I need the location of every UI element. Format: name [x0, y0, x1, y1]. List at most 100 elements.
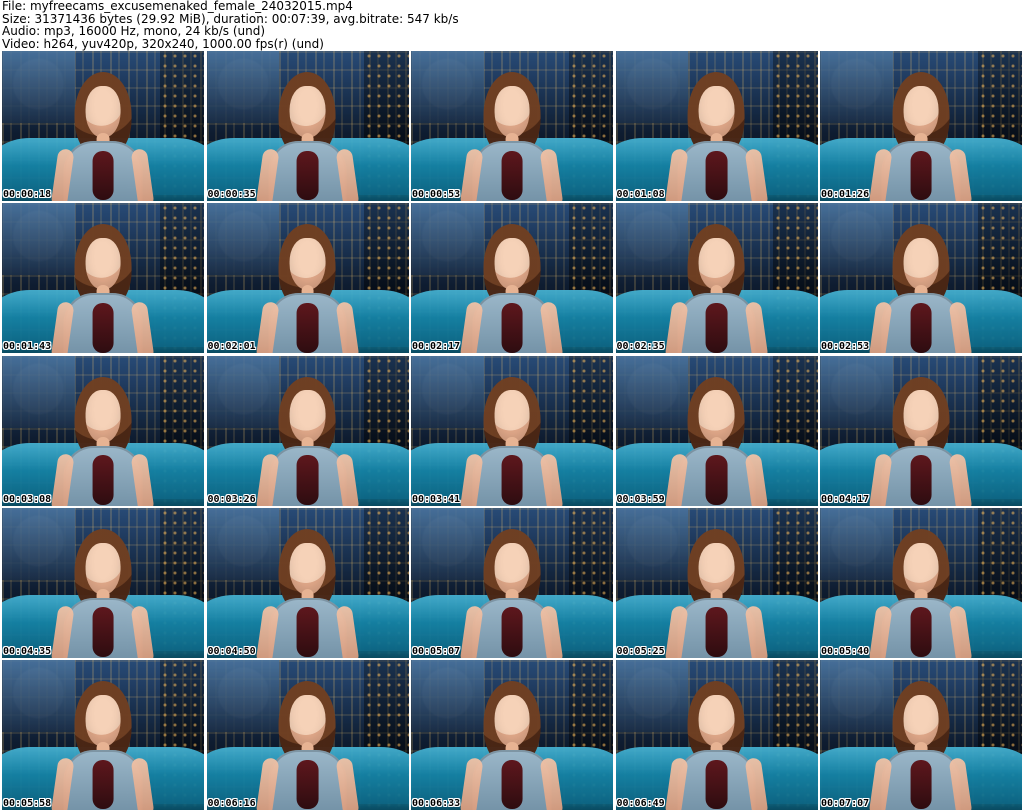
audio-line: Audio: mp3, 16000 Hz, mono, 24 kb/s (und…: [2, 24, 266, 38]
face: [494, 542, 530, 595]
red-top: [92, 607, 114, 658]
person: [255, 376, 360, 506]
file-info-header: File: myfreecams_excusemenaked_female_24…: [2, 0, 1022, 50]
person: [460, 528, 564, 658]
red-top: [705, 759, 728, 810]
person: [460, 376, 564, 506]
red-top: [910, 455, 932, 505]
face: [85, 238, 121, 291]
video-thumbnail: 00:07:07: [820, 660, 1022, 810]
red-top: [501, 150, 523, 201]
video-thumbnail: 00:03:59: [615, 355, 818, 506]
red-top: [705, 455, 728, 505]
video-thumbnail: 00:05:58: [2, 660, 204, 810]
face: [494, 390, 530, 443]
red-top: [92, 455, 114, 505]
video-thumbnail: 00:03:08: [2, 355, 204, 506]
video-thumbnail: 00:06:33: [411, 660, 613, 810]
red-top: [910, 759, 932, 810]
person: [51, 528, 155, 658]
person: [869, 681, 973, 810]
red-top: [296, 302, 319, 353]
person: [255, 528, 360, 658]
face: [289, 390, 326, 443]
video-thumbnail: 00:03:26: [206, 355, 409, 506]
person: [255, 224, 360, 354]
person: [51, 681, 155, 810]
face: [903, 390, 939, 443]
video-thumbnail: 00:06:49: [615, 660, 818, 810]
video-line: Video: h264, yuv420p, 320x240, 1000.00 f…: [2, 36, 324, 51]
face: [903, 238, 939, 291]
person: [664, 224, 769, 354]
video-thumbnail: 00:05:40: [820, 507, 1022, 658]
video-thumbnail: 00:00:53: [411, 51, 613, 201]
face: [289, 238, 326, 291]
person: [664, 72, 769, 201]
red-top: [501, 455, 523, 505]
file-name-line: File: myfreecams_excusemenaked_female_24…: [2, 0, 353, 13]
person: [255, 681, 360, 810]
video-thumbnail: 00:02:17: [411, 203, 613, 354]
video-thumbnail: 00:01:08: [615, 51, 818, 201]
face: [903, 694, 939, 748]
person: [869, 376, 973, 506]
face: [85, 85, 121, 139]
red-top: [501, 302, 523, 353]
person: [255, 72, 360, 201]
person: [51, 72, 155, 201]
person: [460, 224, 564, 354]
red-top: [910, 150, 932, 201]
red-top: [501, 759, 523, 810]
video-thumbnail: 00:04:35: [2, 507, 204, 658]
person: [664, 528, 769, 658]
person: [51, 224, 155, 354]
video-thumbnail: 00:03:41: [411, 355, 613, 506]
person: [869, 528, 973, 658]
person: [51, 376, 155, 506]
red-top: [501, 607, 523, 658]
person: [460, 72, 564, 201]
video-thumbnail: 00:04:50: [206, 507, 409, 658]
red-top: [296, 455, 319, 505]
video-thumbnail: 00:01:43: [2, 203, 204, 354]
person: [664, 681, 769, 810]
face: [494, 694, 530, 748]
video-thumbnail: 00:02:01: [206, 203, 409, 354]
person: [460, 681, 564, 810]
red-top: [910, 302, 932, 353]
red-top: [92, 302, 114, 353]
red-top: [92, 150, 114, 201]
red-top: [296, 150, 319, 201]
face: [698, 694, 735, 748]
video-thumbnail: 00:05:25: [615, 507, 818, 658]
face: [903, 542, 939, 595]
face: [698, 238, 735, 291]
thumbnail-grid: 00:00:18 00:00:35 00:00:53 00:01:08 00:0…: [2, 51, 1022, 810]
face: [698, 85, 735, 139]
red-top: [705, 150, 728, 201]
face: [289, 542, 326, 595]
video-thumbnail: 00:06:16: [206, 660, 409, 810]
red-top: [92, 759, 114, 810]
face: [289, 694, 326, 748]
video-thumbnail: 00:02:35: [615, 203, 818, 354]
video-thumbnail: 00:05:07: [411, 507, 613, 658]
face: [85, 390, 121, 443]
red-top: [910, 607, 932, 658]
face: [903, 85, 939, 139]
video-thumbnail: 00:01:26: [820, 51, 1022, 201]
face: [698, 390, 735, 443]
face: [85, 542, 121, 595]
person: [869, 72, 973, 201]
video-thumbnail: 00:00:18: [2, 51, 204, 201]
video-thumbnail: 00:00:35: [206, 51, 409, 201]
face: [698, 542, 735, 595]
person: [664, 376, 769, 506]
face: [494, 85, 530, 139]
face: [289, 85, 326, 139]
video-thumbnail: 00:02:53: [820, 203, 1022, 354]
red-top: [705, 607, 728, 658]
red-top: [705, 302, 728, 353]
face: [494, 238, 530, 291]
